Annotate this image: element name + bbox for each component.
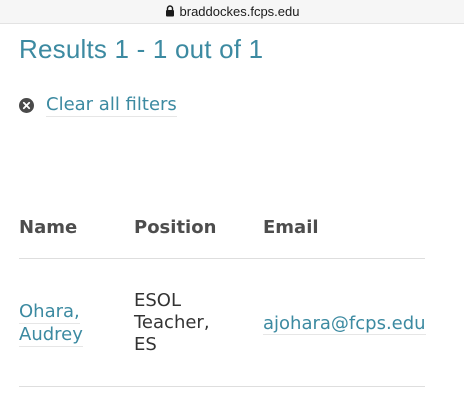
clear-filters-button[interactable]: Clear all filters xyxy=(19,94,177,117)
position-line-1: ESOL xyxy=(134,290,181,311)
lock-icon xyxy=(165,4,175,17)
contact-name-link[interactable]: Ohara, Audrey xyxy=(19,301,83,347)
position-line-2: Teacher, xyxy=(134,312,210,333)
column-header-position: Position xyxy=(134,217,217,238)
header-divider xyxy=(19,258,425,259)
column-header-email: Email xyxy=(263,217,319,238)
row-divider xyxy=(19,386,425,387)
results-summary: Results 1 - 1 out of 1 xyxy=(19,34,264,64)
contact-email-link[interactable]: ajohara@fcps.edu xyxy=(263,313,426,335)
contact-last-name[interactable]: Ohara, xyxy=(19,301,80,324)
email-address[interactable]: ajohara@fcps.edu xyxy=(263,313,426,335)
contact-position: ESOL Teacher, ES xyxy=(134,290,210,356)
close-circle-icon[interactable] xyxy=(19,98,34,113)
position-line-3: ES xyxy=(134,334,157,355)
clear-filters-link[interactable]: Clear all filters xyxy=(46,94,177,117)
url-text: braddockes.fcps.edu xyxy=(179,4,300,19)
column-header-name: Name xyxy=(19,217,78,238)
address-bar[interactable]: braddockes.fcps.edu xyxy=(0,0,464,24)
contact-first-name[interactable]: Audrey xyxy=(19,324,83,347)
